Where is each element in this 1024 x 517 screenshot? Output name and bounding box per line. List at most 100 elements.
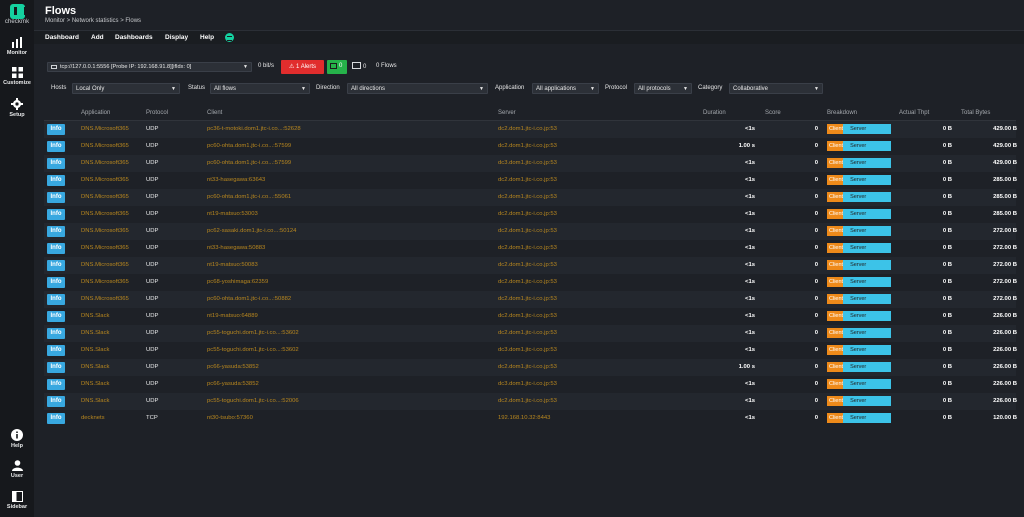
nav-sidebar[interactable]: Sidebar (0, 491, 34, 510)
interface-select[interactable]: tcp://127.0.0.1:5556 [Probe IP: 192.168.… (47, 62, 252, 72)
col-total-bytes[interactable]: Total Bytes (961, 110, 990, 116)
server-cell[interactable]: dc3.dom1.jtc-i.co.jp:53 (498, 347, 557, 353)
client-cell[interactable]: nt30-tsubo:57360 (207, 415, 253, 421)
application-cell[interactable]: DNS.Microsoft365 (81, 262, 129, 268)
server-cell[interactable]: dc2.dom1.jtc-i.co.jp:53 (498, 211, 557, 217)
info-button[interactable]: Info (47, 277, 65, 288)
col-protocol[interactable]: Protocol (146, 110, 168, 116)
devices-indicator[interactable]: 0 (352, 62, 366, 70)
info-button[interactable]: Info (47, 209, 65, 220)
client-cell[interactable]: pc55-toguchi.dom1.jtc-i.co...:53602 (207, 330, 299, 336)
status-filter-select[interactable]: All flows ▼ (210, 83, 310, 94)
server-cell[interactable]: dc2.dom1.jtc-i.co.jp:53 (498, 228, 557, 234)
col-server[interactable]: Server (498, 110, 516, 116)
client-cell[interactable]: pc60-ohta.dom1.jtc-i.co...:50882 (207, 296, 291, 302)
menu-dashboard[interactable]: Dashboard (45, 34, 79, 41)
col-score[interactable]: Score (765, 110, 781, 116)
server-cell[interactable]: dc2.dom1.jtc-i.co.jp:53 (498, 364, 557, 370)
info-button[interactable]: Info (47, 175, 65, 186)
client-cell[interactable]: pc66-yasuda:53852 (207, 364, 259, 370)
client-cell[interactable]: nt19-matsuo:53003 (207, 211, 258, 217)
server-cell[interactable]: dc2.dom1.jtc-i.co.jp:53 (498, 313, 557, 319)
info-button[interactable]: Info (47, 413, 65, 424)
application-cell[interactable]: DNS.Microsoft365 (81, 228, 129, 234)
nav-customize[interactable]: Customize (0, 67, 34, 86)
col-actual-thpt[interactable]: Actual Thpt (899, 110, 929, 116)
application-cell[interactable]: DNS.Microsoft365 (81, 126, 129, 132)
server-cell[interactable]: dc2.dom1.jtc-i.co.jp:53 (498, 126, 557, 132)
application-cell[interactable]: DNS.Microsoft365 (81, 296, 129, 302)
nav-help[interactable]: Help (0, 429, 34, 449)
client-cell[interactable]: nt33-hasegawa:50883 (207, 245, 265, 251)
info-button[interactable]: Info (47, 141, 65, 152)
nav-setup[interactable]: Setup (0, 98, 34, 118)
client-cell[interactable]: pc55-toguchi.dom1.jtc-i.co...:53602 (207, 347, 299, 353)
client-cell[interactable]: pc60-ohta.dom1.jtc-i.co...:57599 (207, 160, 291, 166)
server-cell[interactable]: dc2.dom1.jtc-i.co.jp:53 (498, 296, 557, 302)
breadcrumb[interactable]: Monitor > Network statistics > Flows (45, 18, 141, 24)
info-button[interactable]: Info (47, 243, 65, 254)
server-cell[interactable]: dc2.dom1.jtc-i.co.jp:53 (498, 194, 557, 200)
menu-help[interactable]: Help (200, 34, 214, 41)
alerts-badge[interactable]: ⚠ 1 Alerts (281, 60, 324, 74)
client-cell[interactable]: pc62-sasaki.dom1.jtc-i.co...:50124 (207, 228, 296, 234)
application-cell[interactable]: DNS.Microsoft365 (81, 211, 129, 217)
application-cell[interactable]: DNS.Microsoft365 (81, 245, 129, 251)
server-cell[interactable]: dc2.dom1.jtc-i.co.jp:53 (498, 262, 557, 268)
client-cell[interactable]: pc60-ohta.dom1.jtc-i.co...:55061 (207, 194, 291, 200)
application-filter-select[interactable]: All applications ▼ (532, 83, 599, 94)
client-cell[interactable]: nt33-hasegawa:63643 (207, 177, 265, 183)
col-duration[interactable]: Duration (703, 110, 726, 116)
info-button[interactable]: Info (47, 362, 65, 373)
client-cell[interactable]: pc60-ohta.dom1.jtc-i.co...:57599 (207, 143, 291, 149)
menu-dashboards[interactable]: Dashboards (115, 34, 153, 41)
hosts-filter-select[interactable]: Local Only ▼ (72, 83, 180, 94)
info-button[interactable]: Info (47, 379, 65, 390)
col-application[interactable]: Application (81, 110, 110, 116)
server-cell[interactable]: dc3.dom1.jtc-i.co.jp:53 (498, 160, 557, 166)
server-cell[interactable]: dc2.dom1.jtc-i.co.jp:53 (498, 398, 557, 404)
hosts-badge[interactable]: 0 (327, 60, 347, 74)
application-cell[interactable]: DNS.Microsoft365 (81, 177, 129, 183)
info-button[interactable]: Info (47, 396, 65, 407)
info-button[interactable]: Info (47, 311, 65, 322)
info-button[interactable]: Info (47, 226, 65, 237)
nav-user[interactable]: User (0, 460, 34, 479)
application-cell[interactable]: DNS.Slack (81, 313, 109, 319)
col-client[interactable]: Client (207, 110, 222, 116)
direction-filter-select[interactable]: All directions ▼ (347, 83, 488, 94)
info-button[interactable]: Info (47, 294, 65, 305)
application-cell[interactable]: DNS.Microsoft365 (81, 160, 129, 166)
category-filter-select[interactable]: Collaborative ▼ (729, 83, 823, 94)
info-button[interactable]: Info (47, 260, 65, 271)
server-cell[interactable]: dc2.dom1.jtc-i.co.jp:53 (498, 330, 557, 336)
client-cell[interactable]: pc55-toguchi.dom1.jtc-i.co...:52006 (207, 398, 299, 404)
client-cell[interactable]: nt19-matsuo:50083 (207, 262, 258, 268)
protocol-filter-select[interactable]: All protocols ▼ (634, 83, 692, 94)
server-cell[interactable]: dc2.dom1.jtc-i.co.jp:53 (498, 245, 557, 251)
info-button[interactable]: Info (47, 328, 65, 339)
client-cell[interactable]: pc68-yoshimaga:62359 (207, 279, 268, 285)
info-button[interactable]: Info (47, 158, 65, 169)
nav-monitor[interactable]: Monitor (0, 37, 34, 56)
application-cell[interactable]: DNS.Slack (81, 347, 109, 353)
server-cell[interactable]: dc2.dom1.jtc-i.co.jp:53 (498, 279, 557, 285)
application-cell[interactable]: DNS.Microsoft365 (81, 279, 129, 285)
application-cell[interactable]: DNS.Slack (81, 381, 109, 387)
server-cell[interactable]: dc2.dom1.jtc-i.co.jp:53 (498, 143, 557, 149)
menu-display[interactable]: Display (165, 34, 188, 41)
info-button[interactable]: Info (47, 124, 65, 135)
application-cell[interactable]: DNS.Microsoft365 (81, 194, 129, 200)
application-cell[interactable]: DNS.Slack (81, 364, 109, 370)
application-cell[interactable]: decknets (81, 415, 105, 421)
toggle-suggestions-icon[interactable] (225, 33, 234, 42)
info-button[interactable]: Info (47, 345, 65, 356)
client-cell[interactable]: pc36-t-motoki.dom1.jtc-i.co...:52628 (207, 126, 301, 132)
client-cell[interactable]: nt19-matsuo:64889 (207, 313, 258, 319)
application-cell[interactable]: DNS.Microsoft365 (81, 143, 129, 149)
client-cell[interactable]: pc66-yasuda:53852 (207, 381, 259, 387)
server-cell[interactable]: dc2.dom1.jtc-i.co.jp:53 (498, 177, 557, 183)
col-breakdown[interactable]: Breakdown (827, 110, 857, 116)
menu-add[interactable]: Add (91, 34, 104, 41)
server-cell[interactable]: 192.168.10.32:8443 (498, 415, 550, 421)
